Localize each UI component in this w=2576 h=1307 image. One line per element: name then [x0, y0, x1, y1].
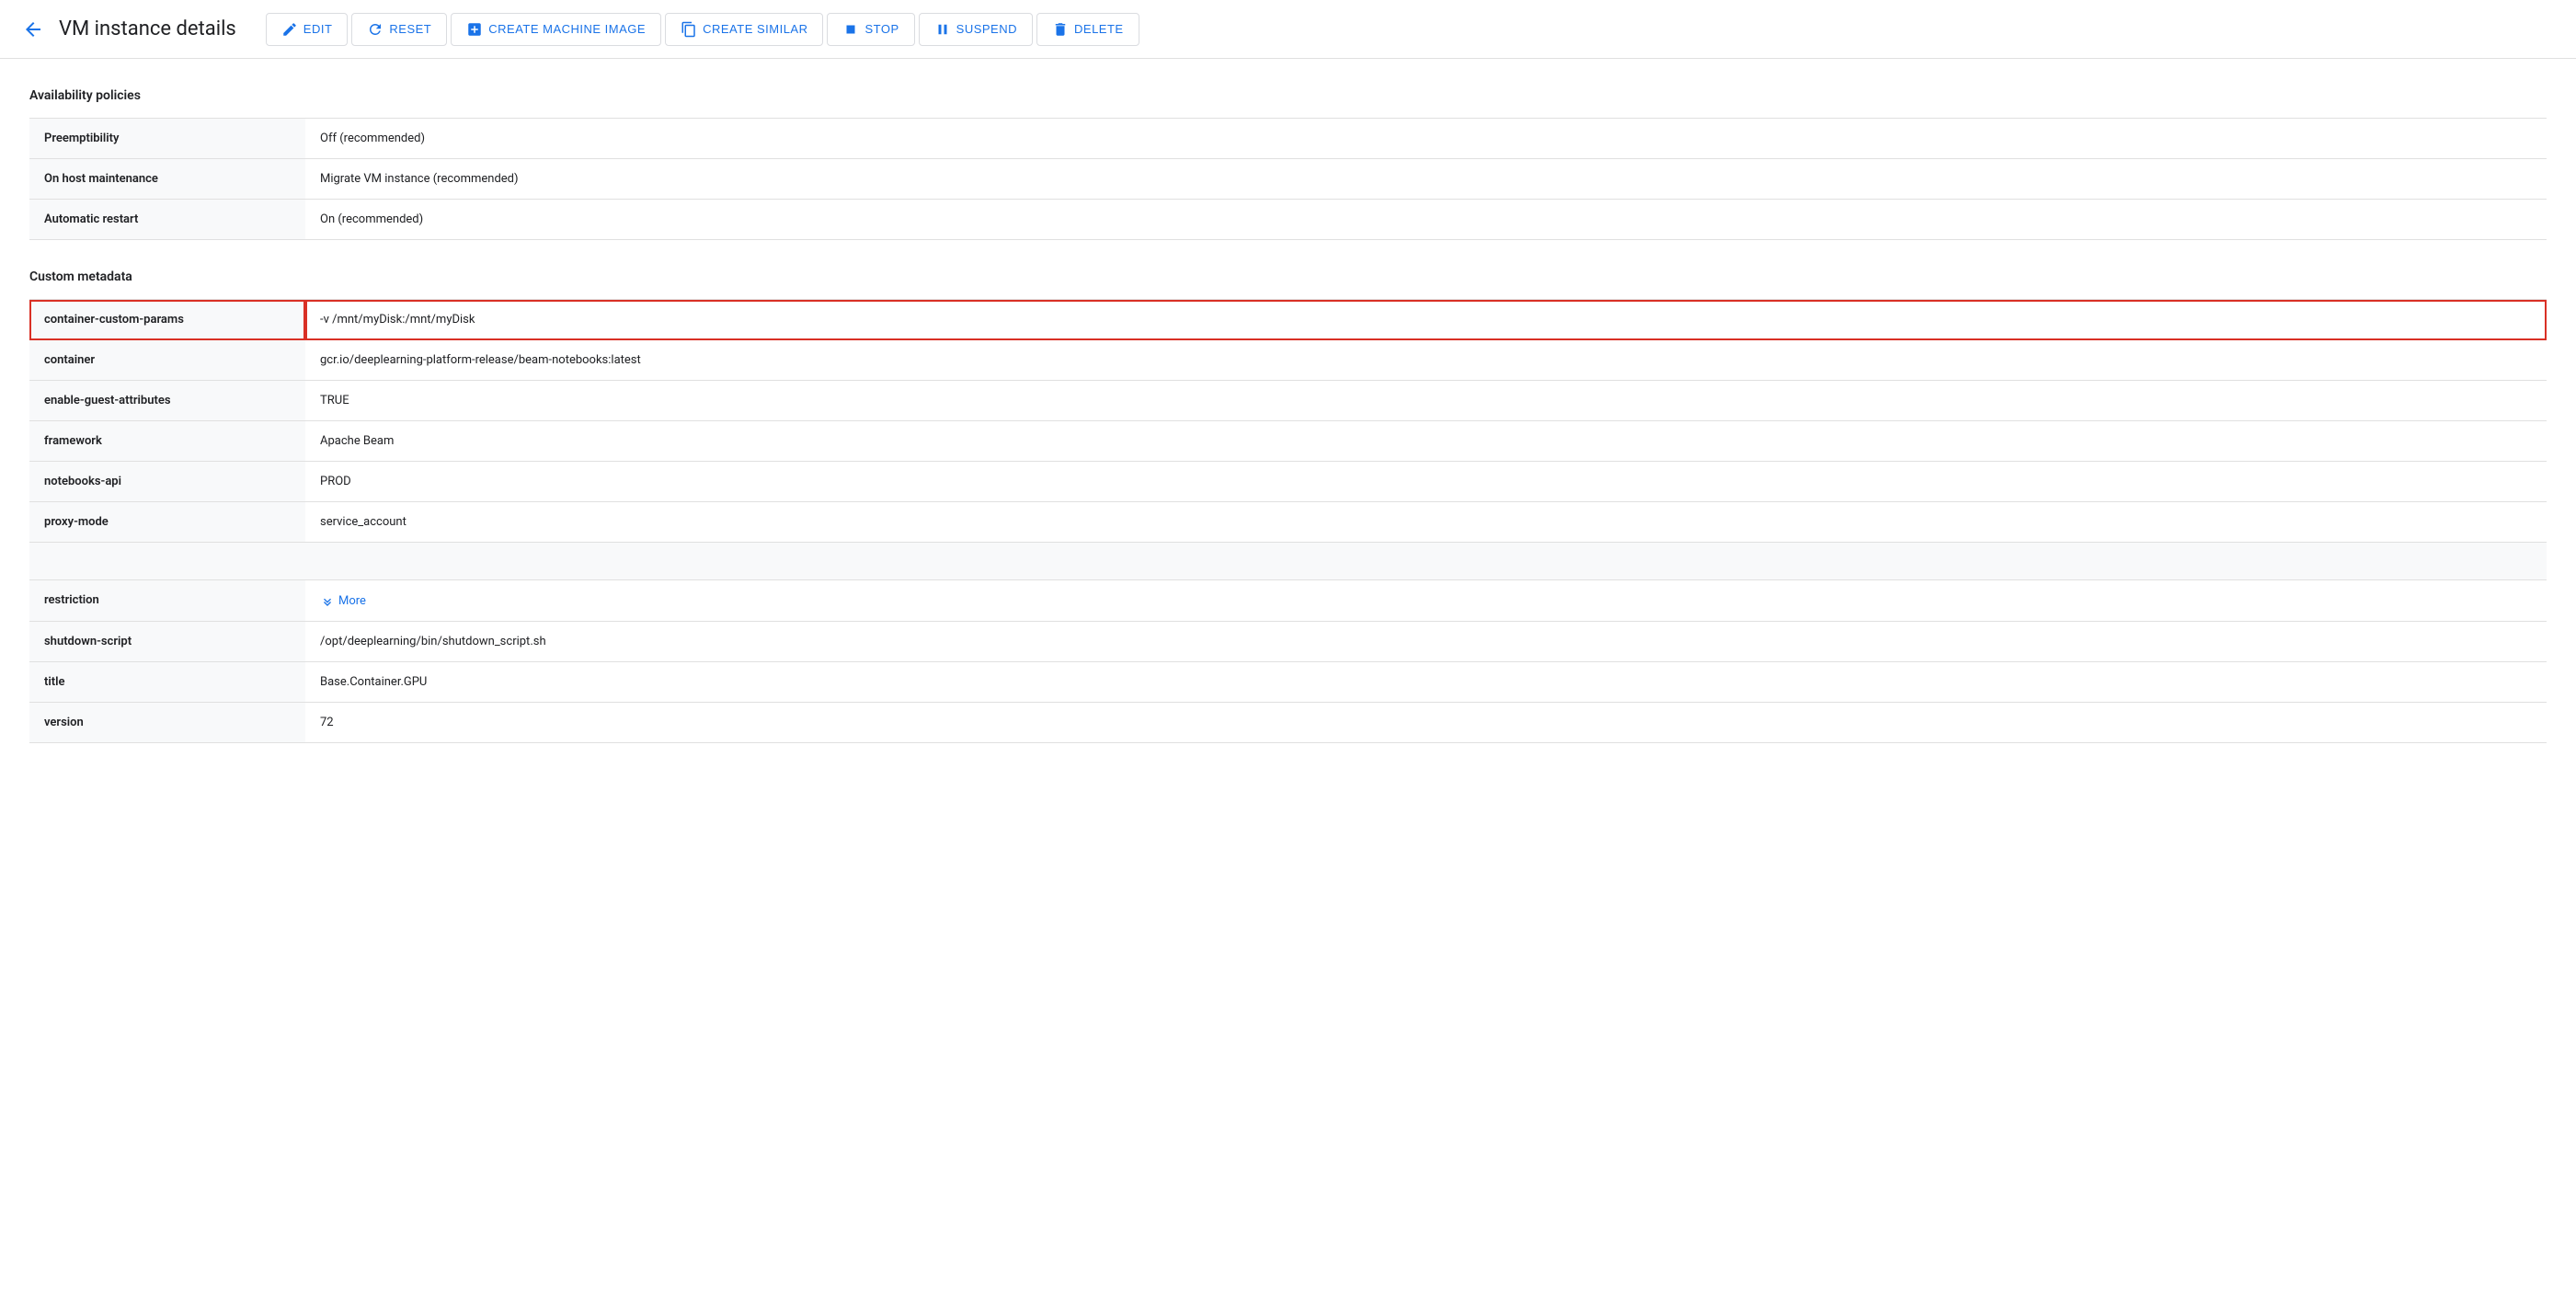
row-value: Migrate VM instance (recommended): [305, 159, 2547, 200]
table-row: On host maintenance Migrate VM instance …: [29, 159, 2547, 200]
table-row: proxy-mode service_account: [29, 502, 2547, 543]
row-value: -v /mnt/myDisk:/mnt/myDisk: [305, 300, 2547, 340]
row-value: gcr.io/deeplearning-platform-release/bea…: [305, 340, 2547, 381]
create-machine-image-button[interactable]: CREATE MACHINE IMAGE: [451, 13, 661, 46]
row-key: Preemptibility: [29, 119, 305, 159]
custom-metadata-table: container-custom-params -v /mnt/myDisk:/…: [29, 299, 2547, 743]
row-key: notebooks-api: [29, 462, 305, 502]
custom-metadata-title: Custom metadata: [29, 262, 2547, 292]
row-key: shutdown-script: [29, 622, 305, 662]
row-value: Base.Container.GPU: [305, 662, 2547, 703]
row-value: More: [305, 580, 2547, 622]
row-key: version: [29, 703, 305, 743]
table-row: shutdown-script /opt/deeplearning/bin/sh…: [29, 622, 2547, 662]
edit-button[interactable]: EDIT: [266, 13, 349, 46]
row-value: /opt/deeplearning/bin/shutdown_script.sh: [305, 622, 2547, 662]
table-row: framework Apache Beam: [29, 421, 2547, 462]
more-link[interactable]: More: [320, 593, 2532, 608]
toolbar: VM instance details EDIT RESET CREATE MA…: [0, 0, 2576, 59]
availability-policies-title: Availability policies: [29, 81, 2547, 110]
table-row: Preemptibility Off (recommended): [29, 119, 2547, 159]
table-row: enable-guest-attributes TRUE: [29, 381, 2547, 421]
reset-button[interactable]: RESET: [351, 13, 447, 46]
row-key: title: [29, 662, 305, 703]
row-key: container-custom-params: [29, 300, 305, 340]
table-row: Automatic restart On (recommended): [29, 200, 2547, 240]
availability-policies-table: Preemptibility Off (recommended) On host…: [29, 118, 2547, 240]
row-key: container: [29, 340, 305, 381]
table-row-restriction: restriction More: [29, 580, 2547, 622]
row-key: framework: [29, 421, 305, 462]
row-value: service_account: [305, 502, 2547, 543]
row-key: On host maintenance: [29, 159, 305, 200]
row-value: TRUE: [305, 381, 2547, 421]
row-key: restriction: [29, 580, 305, 622]
table-row-highlighted: container-custom-params -v /mnt/myDisk:/…: [29, 300, 2547, 340]
suspend-button[interactable]: SUSPEND: [919, 13, 1033, 46]
row-key: proxy-mode: [29, 502, 305, 543]
row-value: Apache Beam: [305, 421, 2547, 462]
row-value: On (recommended): [305, 200, 2547, 240]
row-key: Automatic restart: [29, 200, 305, 240]
row-value: PROD: [305, 462, 2547, 502]
stop-button[interactable]: STOP: [827, 13, 914, 46]
back-button[interactable]: [22, 18, 44, 40]
row-value: Off (recommended): [305, 119, 2547, 159]
row-key: enable-guest-attributes: [29, 381, 305, 421]
table-row: version 72: [29, 703, 2547, 743]
page-title: VM instance details: [59, 17, 236, 40]
toolbar-actions: EDIT RESET CREATE MACHINE IMAGE CREATE S…: [266, 13, 1139, 46]
create-similar-button[interactable]: CREATE SIMILAR: [665, 13, 823, 46]
content-area: Availability policies Preemptibility Off…: [0, 59, 2576, 765]
table-row: container gcr.io/deeplearning-platform-r…: [29, 340, 2547, 381]
row-value: 72: [305, 703, 2547, 743]
spacer-row: [29, 543, 2547, 580]
delete-button[interactable]: DELETE: [1036, 13, 1139, 46]
table-row: title Base.Container.GPU: [29, 662, 2547, 703]
table-row: notebooks-api PROD: [29, 462, 2547, 502]
